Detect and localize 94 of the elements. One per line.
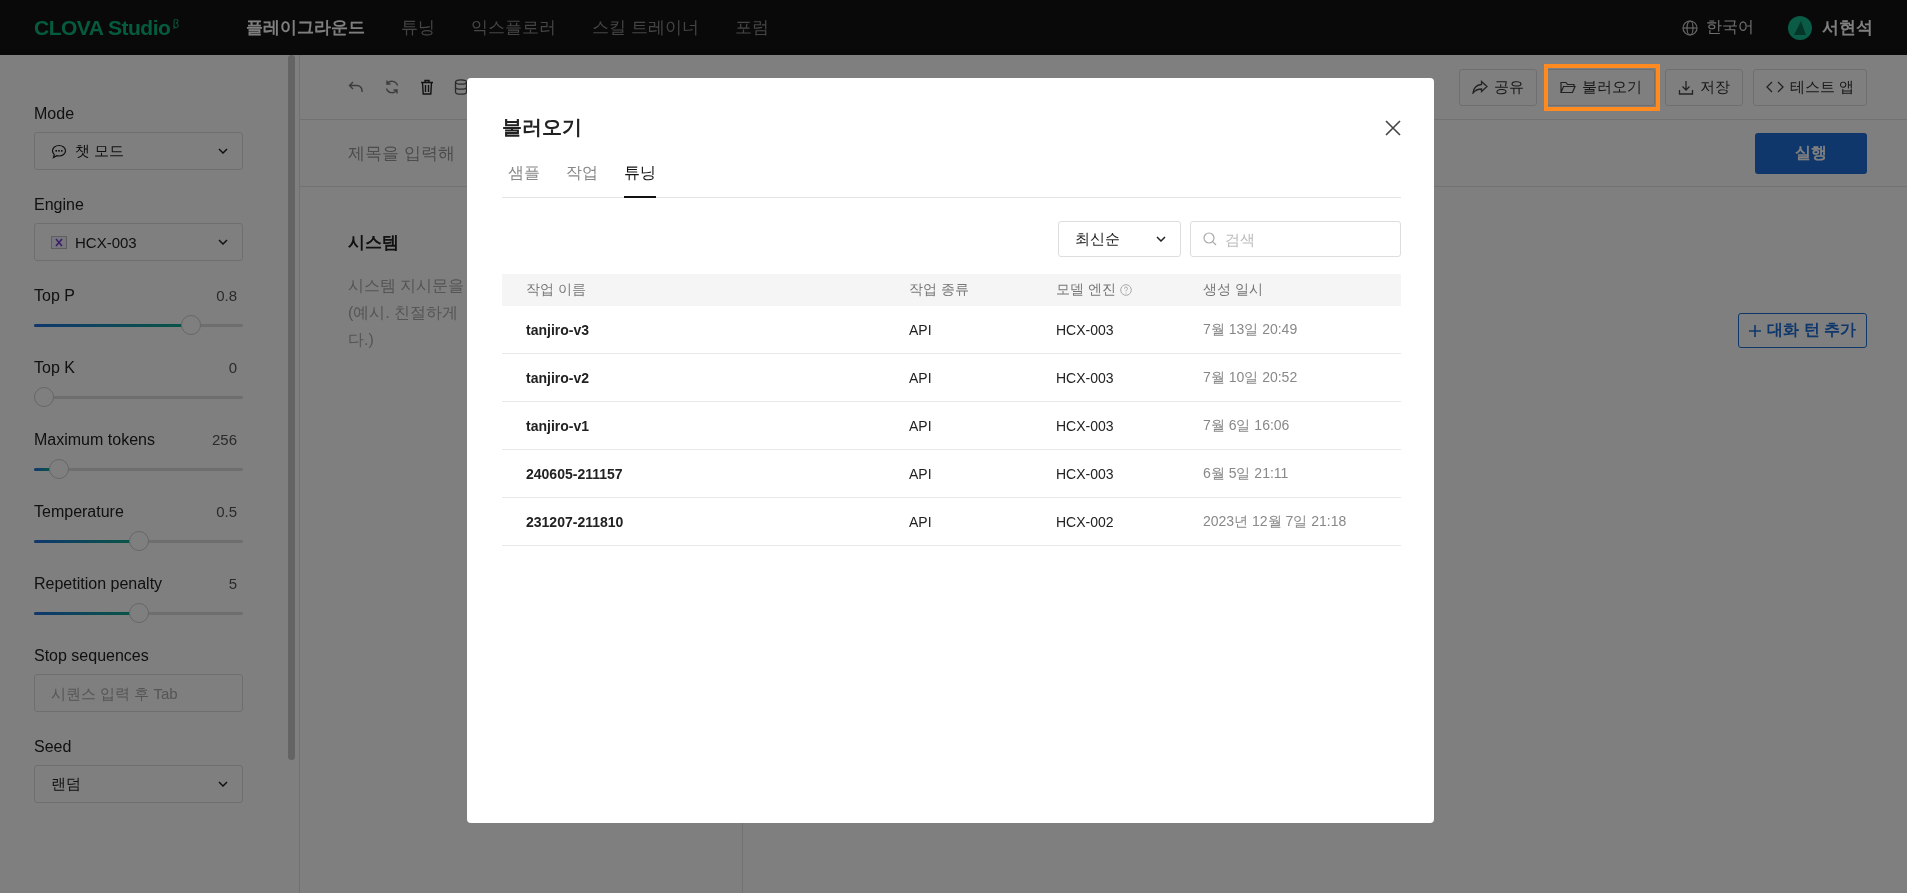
close-icon[interactable] — [1385, 119, 1401, 136]
slider-value: 5 — [228, 575, 237, 594]
table-row[interactable]: tanjiro-v2 API HCX-003 7월 10일 20:52 — [502, 354, 1401, 402]
field-label: Seed — [34, 738, 73, 756]
table-cell-text: HCX-003 — [1056, 321, 1115, 338]
folder-icon — [1559, 80, 1576, 94]
dialog-tab[interactable]: 작업 — [566, 163, 598, 198]
slider-track[interactable] — [34, 603, 243, 623]
slider-track[interactable] — [34, 531, 243, 551]
user-name[interactable]: 서현석 — [1822, 16, 1873, 39]
search-icon — [1203, 232, 1217, 246]
slider-thumb[interactable] — [181, 315, 202, 335]
database-icon[interactable] — [454, 79, 468, 95]
field-label: Mode — [34, 105, 76, 123]
slider-thumb[interactable] — [128, 603, 149, 623]
table-cell-text: tanjiro-v3 — [526, 321, 590, 338]
help-icon[interactable] — [1119, 284, 1132, 296]
table-cell-text: tanjiro-v1 — [526, 417, 590, 434]
column-header: 작업 종류 — [909, 281, 969, 299]
slider-thumb[interactable] — [128, 531, 149, 551]
column-header: 작업 이름 — [526, 281, 586, 299]
search-field[interactable]: 검색 — [1190, 221, 1401, 257]
chat-icon — [51, 143, 67, 159]
add-turn-button[interactable]: 대화 턴 추가 — [1738, 313, 1867, 348]
table-cell-text: HCX-003 — [1056, 417, 1115, 434]
seed-select[interactable]: 랜덤 — [34, 765, 243, 803]
table-cell-text: API — [909, 417, 933, 434]
chevron-down-icon — [1156, 236, 1166, 242]
slider-value: 0.5 — [216, 503, 237, 522]
table-cell-text: 7월 13일 20:49 — [1203, 320, 1299, 339]
column-header: 생성 일시 — [1203, 281, 1263, 299]
dialog-tab[interactable]: 튜닝 — [624, 163, 656, 198]
toolbar-button[interactable]: 공유 — [1458, 68, 1537, 106]
table-cell-text: API — [909, 465, 933, 482]
slider-track[interactable] — [34, 315, 243, 335]
table-cell-text: 7월 10일 20:52 — [1203, 368, 1299, 387]
slider-value: 0 — [228, 359, 237, 378]
trash-icon[interactable] — [420, 79, 434, 95]
table-cell-text: API — [909, 369, 933, 386]
engine-select[interactable]: HCX-003 — [34, 223, 243, 261]
refresh-icon[interactable] — [384, 79, 400, 95]
slider-label: Repetition penalty — [34, 575, 163, 593]
scrollbar[interactable] — [288, 55, 295, 760]
toolbar-button[interactable]: 저장 — [1664, 68, 1743, 106]
run-button[interactable]: 실행 — [1755, 132, 1867, 174]
table-cell-text: tanjiro-v2 — [526, 369, 590, 386]
code-icon — [1765, 81, 1784, 93]
globe-icon[interactable] — [1682, 19, 1698, 36]
chevron-down-icon — [218, 239, 228, 245]
chevron-down-icon — [218, 148, 228, 154]
table-row[interactable]: tanjiro-v3 API HCX-003 7월 13일 20:49 — [502, 306, 1401, 354]
table-row[interactable]: tanjiro-v1 API HCX-003 7월 6일 16:06 — [502, 402, 1401, 450]
slider-value: 256 — [211, 431, 237, 450]
slider-track[interactable] — [34, 459, 243, 479]
table-cell-text: 240605-211157 — [526, 465, 624, 482]
section-heading: 시스템 — [348, 232, 400, 254]
dialog-tab[interactable]: 샘플 — [508, 163, 540, 198]
logo[interactable]: CLOVA Studio — [34, 15, 171, 40]
table-cell-text: 7월 6일 16:06 — [1203, 416, 1291, 435]
table-cell-text: API — [909, 513, 933, 530]
avatar-icon[interactable] — [1788, 15, 1812, 40]
language-selector[interactable]: 한국어 — [1706, 17, 1754, 38]
plus-icon — [1749, 324, 1762, 337]
slider-track[interactable] — [34, 387, 243, 407]
table-cell-text: HCX-003 — [1056, 465, 1115, 482]
slider-value: 0.8 — [216, 287, 237, 306]
table-row[interactable]: 231207-211810 API HCX-002 2023년 12월 7일 21:18 — [502, 498, 1401, 546]
dialog-title: 불러오기 — [502, 115, 582, 140]
mode-select[interactable]: 챗 모드 — [34, 132, 243, 170]
table-cell-text: API — [909, 321, 933, 338]
table-cell-text: 231207-211810 — [526, 513, 625, 530]
slider-label: Top P — [34, 287, 75, 305]
table-cell-text: 6월 5일 21:11 — [1203, 464, 1290, 483]
download-icon — [1677, 79, 1694, 95]
toolbar-button[interactable]: 테스트 앱 — [1752, 68, 1867, 106]
share-icon — [1471, 80, 1488, 94]
table-row[interactable]: 240605-211157 API HCX-003 6월 5일 21:11 — [502, 450, 1401, 498]
sort-select[interactable]: 최신순 — [1058, 221, 1181, 257]
table-cell-text: 2023년 12월 7일 21:18 — [1203, 512, 1348, 531]
undo-icon[interactable] — [348, 80, 364, 94]
slider-label: Maximum tokens — [34, 431, 155, 449]
table-cell-text: HCX-002 — [1056, 513, 1115, 530]
slider-thumb[interactable] — [49, 459, 70, 479]
slider-label: Top K — [34, 359, 75, 377]
nav-item[interactable]: 플레이그라운드 — [246, 16, 366, 39]
field-label: Engine — [34, 196, 85, 214]
engine-icon — [51, 235, 67, 249]
chevron-down-icon — [218, 781, 228, 787]
beta-icon — [172, 18, 181, 29]
field-label: Stop sequences — [34, 647, 150, 665]
table-cell-text: HCX-003 — [1056, 369, 1115, 386]
slider-label: Temperature — [34, 503, 124, 521]
slider-thumb[interactable] — [34, 387, 54, 407]
column-header: 모델 엔진 — [1056, 281, 1116, 299]
